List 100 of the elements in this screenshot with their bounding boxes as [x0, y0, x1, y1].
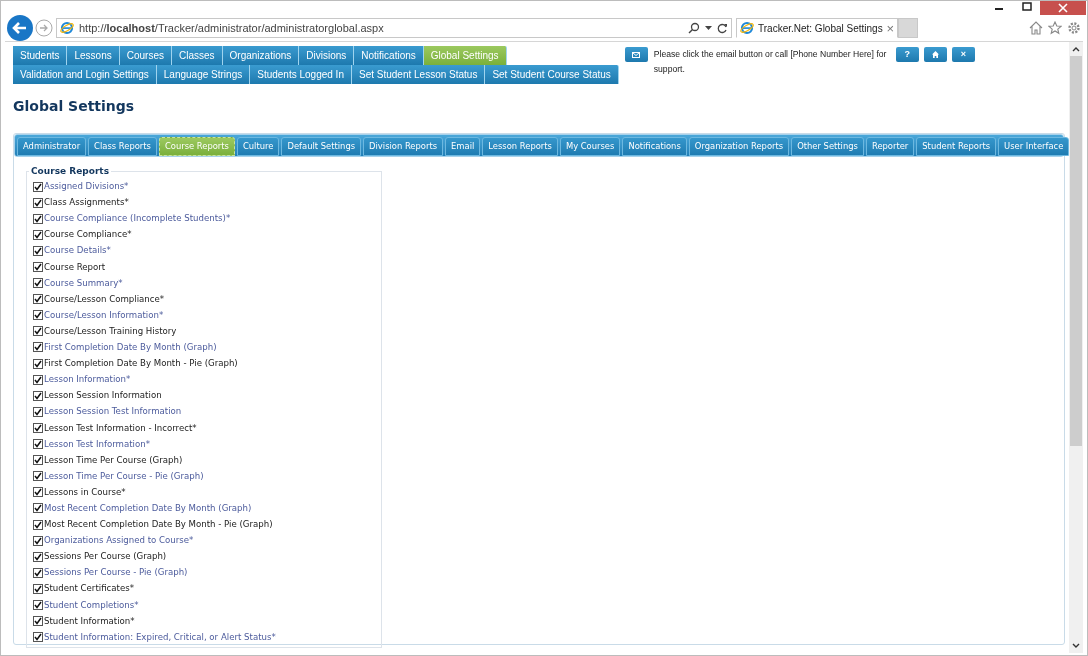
settings-tab[interactable]: Division Reports: [363, 137, 444, 156]
nav-tab[interactable]: Students: [13, 46, 68, 65]
checkbox-label: First Completion Date By Month - Pie (Graph): [44, 357, 238, 370]
settings-tab[interactable]: Class Reports: [88, 137, 157, 156]
checkbox[interactable]: [33, 632, 43, 643]
globe-e-icon: [740, 21, 754, 35]
home-icon: [931, 51, 939, 58]
checkbox[interactable]: [33, 406, 43, 417]
settings-tab[interactable]: User Interface: [998, 137, 1069, 156]
checkbox[interactable]: [33, 600, 43, 610]
settings-tab[interactable]: Course Reports: [158, 137, 235, 156]
settings-tab[interactable]: Organization Reports: [688, 137, 790, 156]
browser-tab[interactable]: Tracker.Net: Global Settings ×: [736, 18, 898, 38]
checkbox-label: Course Details*: [44, 244, 111, 258]
refresh-icon[interactable]: [717, 22, 728, 34]
nav-tab[interactable]: Notifications: [354, 46, 424, 65]
email-button[interactable]: [624, 47, 648, 62]
checkbox[interactable]: [33, 326, 43, 337]
checkbox-label: Course Compliance*: [44, 228, 132, 242]
support-text: Please click the email button or call [Phone Number Here] for support.: [653, 48, 888, 76]
settings-icon[interactable]: [1067, 21, 1081, 35]
checkbox[interactable]: [33, 535, 43, 546]
checkbox[interactable]: [33, 487, 43, 498]
address-field[interactable]: http://localhost/Tracker/administrator/administratorglobal.aspx: [56, 18, 732, 38]
checkbox[interactable]: [33, 422, 43, 433]
checkbox[interactable]: [33, 358, 43, 369]
checkbox-label: Assigned Divisions*: [44, 180, 129, 193]
nav-tab[interactable]: Global Settings: [423, 46, 507, 65]
checkbox-label: Lesson Information*: [44, 373, 131, 387]
tab-close-button[interactable]: ×: [886, 21, 894, 35]
checkbox-label: Most Recent Completion Date By Month - Pie (Graph): [44, 518, 273, 531]
nav-tab[interactable]: Courses: [119, 46, 172, 65]
nav-tab[interactable]: Lessons: [67, 46, 120, 65]
close-icon[interactable]: [1040, 1, 1086, 15]
checkbox-label: Course Summary*: [44, 276, 123, 290]
nav-tab[interactable]: Students Logged In: [250, 65, 352, 84]
checkbox[interactable]: [33, 519, 43, 530]
checkbox[interactable]: [33, 503, 43, 514]
checkbox-label: Lesson Session Test Information: [44, 405, 182, 419]
nav-tab[interactable]: Classes: [172, 46, 223, 65]
dropdown-caret-icon[interactable]: [705, 26, 712, 30]
checkbox[interactable]: [33, 181, 43, 192]
checkbox[interactable]: [33, 471, 43, 482]
settings-tab[interactable]: Default Settings: [281, 137, 362, 156]
nav-tab[interactable]: Set Student Course Status: [485, 65, 619, 84]
checkbox[interactable]: [33, 551, 43, 562]
nav-tab[interactable]: Divisions: [299, 46, 355, 65]
checkbox[interactable]: [33, 342, 43, 353]
close-button[interactable]: ×: [951, 47, 975, 62]
checkbox-label: Student Information: Expired, Critical, or Alert Status*: [44, 630, 276, 644]
checkbox-label: Most Recent Completion Date By Month (Graph): [44, 501, 252, 515]
checkbox[interactable]: [33, 439, 43, 450]
checkbox-label: Class Assignments*: [44, 196, 129, 210]
nav-tab[interactable]: Set Student Lesson Status: [351, 65, 486, 84]
scrollbar[interactable]: [1069, 42, 1083, 653]
checkbox[interactable]: [33, 455, 43, 466]
star-icon[interactable]: [1048, 21, 1062, 35]
checkbox-label: Student Completions*: [44, 598, 139, 612]
checkbox[interactable]: [33, 310, 43, 321]
help-button[interactable]: ?: [895, 47, 919, 62]
checkbox[interactable]: [33, 390, 43, 401]
checkbox-label: Sessions Per Course - Pie (Graph): [44, 566, 188, 580]
nav-tab[interactable]: Validation and Login Settings: [13, 65, 157, 84]
checkbox[interactable]: [33, 294, 43, 305]
settings-tab[interactable]: Lesson Reports: [482, 137, 558, 156]
checkbox[interactable]: [33, 583, 43, 594]
settings-tab[interactable]: Administrator: [17, 137, 87, 156]
checkbox-label: Lesson Test Information*: [44, 437, 150, 451]
checkbox[interactable]: [33, 374, 43, 385]
globe-e-icon: [60, 21, 74, 35]
checkbox-label: Course/Lesson Training History: [44, 324, 177, 338]
nav-tab[interactable]: Language Strings: [156, 65, 251, 84]
settings-tab[interactable]: Reporter: [865, 137, 915, 156]
home-icon[interactable]: [1029, 21, 1043, 35]
checkbox[interactable]: [33, 567, 43, 578]
checkbox-label: Course/Lesson Compliance*: [44, 292, 165, 306]
checkbox[interactable]: [33, 278, 43, 289]
settings-tab[interactable]: Culture: [236, 137, 280, 156]
checkbox[interactable]: [33, 262, 43, 272]
checkbox-label: Lessons in Course*: [44, 485, 126, 499]
checkbox-label: Lesson Test Information - Incorrect*: [44, 421, 197, 435]
checkbox[interactable]: [33, 616, 43, 627]
checkbox[interactable]: [33, 245, 43, 256]
scroll-thumb[interactable]: [1070, 56, 1082, 446]
checkbox[interactable]: [33, 197, 43, 208]
checkbox-label: Course Report: [44, 260, 106, 274]
settings-tab[interactable]: Email: [445, 137, 481, 156]
checkbox-label: Lesson Time Per Course - Pie (Graph): [44, 469, 204, 483]
settings-tab[interactable]: My Courses: [559, 137, 621, 156]
settings-tab[interactable]: Other Settings: [791, 137, 864, 156]
back-icon[interactable]: [7, 15, 33, 41]
checkbox[interactable]: [33, 213, 43, 224]
search-icon[interactable]: [688, 22, 700, 34]
home-button[interactable]: [923, 47, 947, 62]
checkbox[interactable]: [33, 229, 43, 240]
url-text: http://localhost/Tracker/administrator/administratorglobal.aspx: [79, 20, 385, 36]
settings-tab[interactable]: Student Reports: [916, 137, 997, 156]
settings-tab[interactable]: Notifications: [622, 137, 687, 156]
nav-tab[interactable]: Organizations: [222, 46, 300, 65]
checkbox-label: Course/Lesson Information*: [44, 308, 164, 322]
